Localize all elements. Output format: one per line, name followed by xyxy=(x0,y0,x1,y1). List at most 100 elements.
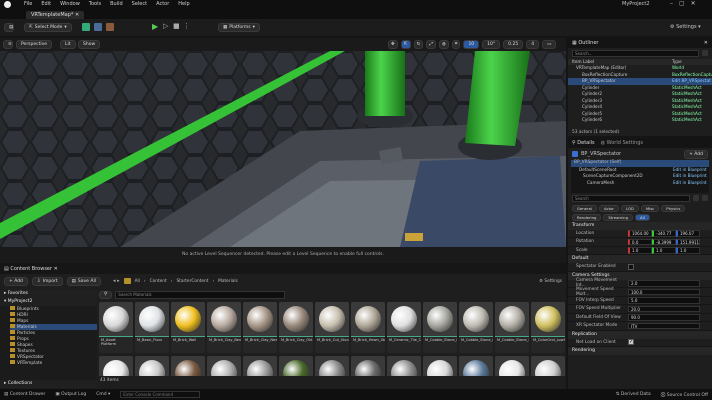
location-y[interactable]: -340.77 xyxy=(652,230,676,237)
breadcrumb-item[interactable]: All xyxy=(135,279,140,284)
filter-all[interactable]: All xyxy=(635,213,650,221)
menu-item-edit[interactable]: Edit xyxy=(41,1,51,7)
add-content-icon[interactable] xyxy=(82,23,90,31)
window-controls[interactable]: –▢✕ xyxy=(670,0,702,7)
replication-category[interactable]: Replication xyxy=(568,330,712,339)
asset-tile[interactable]: M_Brick_Hewn_Stone xyxy=(351,302,385,353)
filter-physics[interactable]: Physics xyxy=(661,204,686,212)
menu-item-build[interactable]: Build xyxy=(110,1,123,7)
scale-z[interactable]: 1.0 xyxy=(676,247,700,254)
asset-tile[interactable] xyxy=(171,356,205,376)
import-button[interactable]: ⇩ Import xyxy=(31,276,63,286)
asset-tile[interactable]: M_Cobble_Stone_Smooth xyxy=(495,302,529,353)
rotation-snap-value[interactable]: 10° xyxy=(482,40,501,49)
globe-icon[interactable]: ◍ xyxy=(438,40,449,49)
breadcrumb-item[interactable]: StarterContent xyxy=(176,279,208,284)
location-x[interactable]: 1064.00 xyxy=(628,230,652,237)
location-z[interactable]: 196.07 xyxy=(676,230,700,237)
console-input[interactable]: Enter Console Command xyxy=(120,391,201,398)
asset-tile[interactable]: M_Ceramic_Tile_Checker xyxy=(387,302,421,353)
camera-prop-value[interactable]: ITV xyxy=(628,322,700,329)
transform-category[interactable]: Transform xyxy=(568,221,712,230)
source-control-button[interactable]: ⛒ Source Control Off xyxy=(661,392,708,398)
rotate-icon[interactable]: ↻ xyxy=(413,40,424,49)
filter-misc[interactable]: Misc xyxy=(640,204,660,212)
camera-prop-value[interactable]: 2.0 xyxy=(628,280,700,287)
asset-tile[interactable] xyxy=(423,356,457,376)
content-drawer-button[interactable]: ▤ Content Drawer xyxy=(4,392,45,397)
derived-data-button[interactable]: ⇅ Derived Data xyxy=(616,392,651,397)
rotation-x[interactable]: 0.0 xyxy=(628,238,652,245)
scale-y[interactable]: 1.0 xyxy=(652,247,676,254)
net-load-checkbox[interactable]: ✓ xyxy=(628,339,634,346)
filter-general[interactable]: General xyxy=(572,204,597,212)
asset-tile[interactable]: M_ColorGrid_LowSpec xyxy=(531,302,565,353)
project-section[interactable]: ▾ MyProject2 xyxy=(0,298,97,306)
menu-item-help[interactable]: Help xyxy=(178,1,189,7)
asset-tile[interactable] xyxy=(135,356,169,376)
outliner-row[interactable]: Cylinder6 StaticMeshAct xyxy=(568,117,712,124)
filter-rendering[interactable]: Rendering xyxy=(572,213,602,221)
show-button[interactable]: Show xyxy=(78,40,101,49)
camera-prop-value[interactable]: 90.0 xyxy=(628,314,700,321)
asset-tile[interactable] xyxy=(531,356,565,376)
filter-row-1[interactable]: General Actor LOD Misc Physics xyxy=(568,204,712,213)
asset-tile[interactable] xyxy=(207,356,241,376)
content-settings-button[interactable]: ⚙ Settings xyxy=(539,279,562,284)
step-icon[interactable]: ▷ xyxy=(163,22,168,30)
tab-world-settings[interactable]: ◍ World Settings xyxy=(601,138,643,148)
filter-actor[interactable]: Actor xyxy=(598,204,619,212)
folder-tree[interactable]: Blueprints HDRI Maps Materials Particles Prop… xyxy=(0,306,97,366)
save-all-button[interactable]: ▤ Save All xyxy=(66,276,101,286)
default-category[interactable]: Default xyxy=(568,255,712,263)
play-options-icon[interactable]: ⋮ xyxy=(183,22,190,30)
scale-icon[interactable]: ⤢ xyxy=(426,40,436,49)
play-icon[interactable]: ▶ xyxy=(152,22,158,31)
outliner-list[interactable]: VRTemplateMap (Editor) World BoxReflection… xyxy=(568,65,712,124)
cinematics-icon[interactable] xyxy=(106,23,114,31)
menu-item-window[interactable]: Window xyxy=(60,1,80,7)
camera-prop-value[interactable]: 20.0 xyxy=(628,305,700,312)
rotation-z[interactable]: 151.9911 xyxy=(676,238,700,245)
add-button[interactable]: + Add xyxy=(4,276,28,286)
filter-icon[interactable] xyxy=(702,50,708,56)
filter-streaming[interactable]: Streaming xyxy=(603,213,633,221)
camera-speed-value[interactable]: 4 xyxy=(526,40,540,49)
scale-x[interactable]: 1.0 xyxy=(628,247,652,254)
viewport-menu-icon[interactable]: ≡ xyxy=(3,40,13,49)
menu-item-actor[interactable]: Actor xyxy=(156,1,169,7)
perspective-button[interactable]: Perspective xyxy=(16,40,53,49)
save-icon[interactable]: ▤ xyxy=(4,23,14,32)
asset-tile[interactable] xyxy=(243,356,277,376)
menu-item-file[interactable]: File xyxy=(24,1,32,7)
level-viewport[interactable] xyxy=(0,51,566,247)
rotation-y[interactable]: -8.3999 xyxy=(652,238,676,245)
settings-icon[interactable] xyxy=(702,195,708,202)
component-tree[interactable]: BP_VRSpectator (Self) DefaultSceneRoot Ed… xyxy=(571,160,709,193)
blueprint-icon[interactable] xyxy=(94,23,102,31)
nav-arrows[interactable]: ◂ ▸ xyxy=(113,278,120,284)
asset-tile[interactable]: M_Asset Platform xyxy=(99,302,133,353)
tab-details[interactable]: ⚲ Details xyxy=(572,138,595,148)
asset-tile[interactable] xyxy=(459,356,493,376)
asset-tile[interactable]: M_Brick_Cut_Stone xyxy=(315,302,349,353)
asset-tile[interactable] xyxy=(495,356,529,376)
asset-tile[interactable]: M_Brick_Clay_New xyxy=(243,302,277,353)
menu-item-select[interactable]: Select xyxy=(132,1,147,7)
camera-prop-value[interactable]: 5.0 xyxy=(628,297,700,304)
scale-snap-value[interactable]: 0.25 xyxy=(503,40,524,49)
folder-item[interactable]: VRTemplate xyxy=(10,360,97,366)
output-log-button[interactable]: ▣ Output Log xyxy=(55,392,86,397)
asset-grid[interactable]: M_Asset Platform M_Basic_Floor M_Brick_Wal… xyxy=(99,302,565,376)
asset-tile[interactable] xyxy=(99,356,133,376)
asset-tile[interactable]: M_Cobble_Stone_Rough xyxy=(459,302,493,353)
asset-tile[interactable]: M_Basic_Floor xyxy=(135,302,169,353)
asset-tile[interactable] xyxy=(279,356,313,376)
asset-tile[interactable]: M_Brick_Clay_Old xyxy=(279,302,313,353)
asset-search-input[interactable]: Search Materials xyxy=(115,290,286,299)
details-search-input[interactable]: Search xyxy=(572,195,690,202)
lit-button[interactable]: Lit xyxy=(60,40,76,49)
maximize-icon[interactable]: ▭ xyxy=(542,40,557,49)
asset-filter-icon[interactable]: ⚲ xyxy=(99,290,113,299)
grid-snap-value[interactable]: 10 xyxy=(463,40,480,49)
